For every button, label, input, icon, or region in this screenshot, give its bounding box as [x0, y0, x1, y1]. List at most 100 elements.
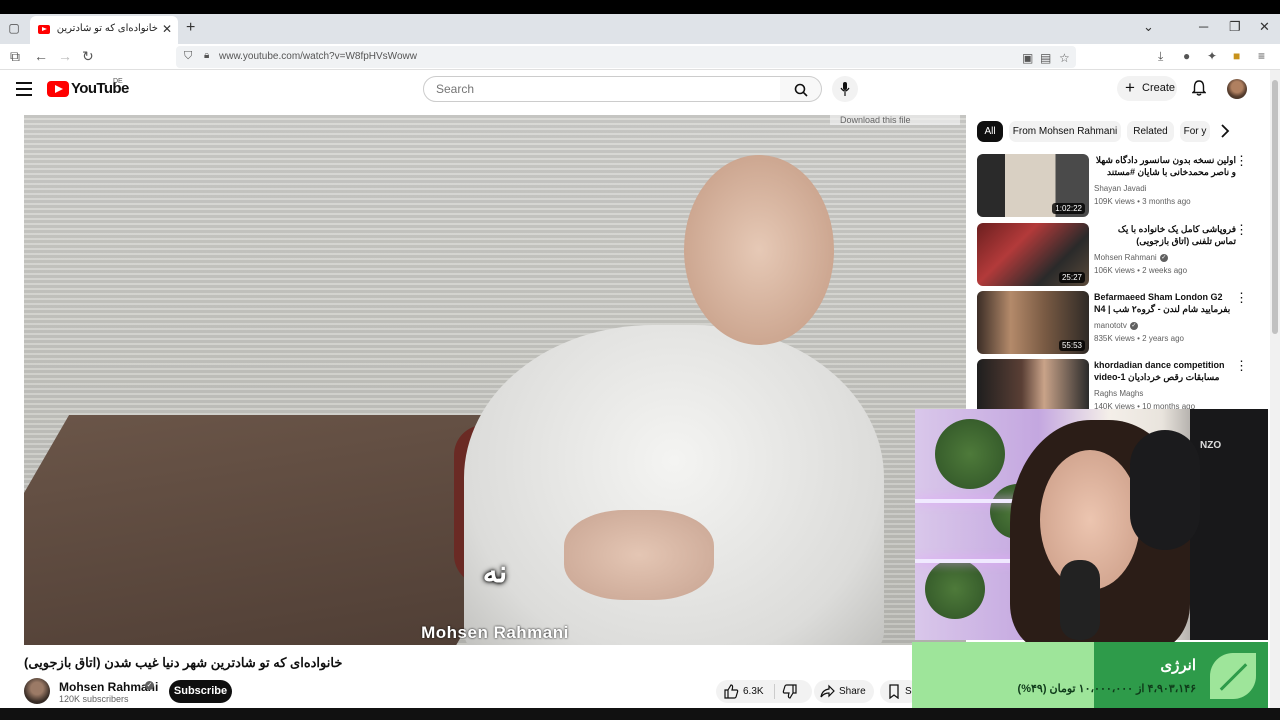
verified-badge-icon: ✓: [1129, 321, 1138, 330]
chair-brand: NZO: [1200, 440, 1222, 451]
recommendation-thumbnail[interactable]: 25:27: [977, 223, 1089, 286]
bookmark-star-icon[interactable]: ☆: [1059, 51, 1070, 65]
guide-menu-icon[interactable]: [16, 82, 32, 96]
leaf-logo-icon: [1210, 653, 1256, 699]
video-watermark: Mohsen Rahmani: [421, 623, 569, 642]
burned-in-subtitle: نه: [482, 556, 508, 589]
chip-related[interactable]: Related: [1127, 121, 1174, 142]
browser-nav-bar: ⧉ ← → ↻ ⛉ 🔒︎ www.youtube.com/watch?v=W8f…: [0, 44, 1280, 70]
video-frame-person-head: [684, 155, 834, 345]
tab-list-dropdown-icon[interactable]: ⌄: [1143, 19, 1154, 35]
download-file-hint[interactable]: Download this file: [830, 115, 960, 125]
back-arrow-icon[interactable]: ←: [34, 48, 48, 64]
voice-search-button[interactable]: [832, 76, 858, 102]
verified-badge-icon: ✓: [1159, 253, 1168, 262]
video-duration: 55:53: [1058, 340, 1085, 351]
page-scrollbar[interactable]: [1270, 70, 1280, 720]
notifications-bell-icon[interactable]: [1192, 80, 1206, 96]
donation-goal-title: انرژی: [1160, 657, 1196, 674]
plant-decoration: [925, 559, 985, 619]
like-count[interactable]: 6.3K: [743, 686, 764, 697]
screen-top-bar: [0, 0, 1280, 14]
thumbs-down-icon[interactable]: [782, 684, 797, 699]
recommendation-item[interactable]: 25:27 فروپاشی کامل یک خانواده با یک تماس…: [977, 223, 1267, 287]
youtube-favicon-icon: [38, 25, 50, 34]
recommendation-item[interactable]: 1:02:22 اولین نسخه بدون سانسور دادگاه شه…: [977, 154, 1267, 218]
picture-in-picture-icon[interactable]: ▣: [1022, 51, 1033, 65]
recommendation-title[interactable]: اولین نسخه بدون سانسور دادگاه شهلا و ناص…: [1094, 154, 1236, 180]
minimize-button[interactable]: ─: [1199, 19, 1208, 34]
plus-icon: +: [1125, 78, 1135, 97]
search-button[interactable]: [780, 76, 822, 102]
recommendation-channel[interactable]: Shayan Javadi: [1094, 184, 1146, 193]
profile-extension-icon[interactable]: ■: [1233, 49, 1240, 63]
channel-avatar[interactable]: [24, 678, 50, 704]
recommendation-meta: 835K views • 2 years ago: [1094, 334, 1184, 343]
recommendation-channel[interactable]: Mohsen Rahmani: [1094, 253, 1157, 262]
forward-arrow-icon[interactable]: →: [58, 48, 72, 64]
screen-bottom-bar: [0, 708, 1280, 720]
share-label: Share: [839, 686, 866, 697]
reload-icon[interactable]: ↻: [82, 48, 94, 65]
account-avatar[interactable]: [1227, 79, 1247, 99]
url-text[interactable]: www.youtube.com/watch?v=W8fpHVsWoww: [219, 51, 417, 62]
verified-badge-icon: ✓: [145, 681, 154, 690]
recommendation-channel[interactable]: Raghs Maghs: [1094, 389, 1143, 398]
video-duration: 1:02:22: [1052, 203, 1085, 214]
recommendation-title[interactable]: فروپاشی کامل یک خانواده با یک تماس تلفنی…: [1094, 223, 1236, 247]
address-bar[interactable]: ⛉ 🔒︎ www.youtube.com/watch?v=W8fpHVsWoww…: [176, 46, 1076, 68]
recommendation-thumbnail[interactable]: 1:02:22: [977, 154, 1089, 217]
recommendation-channel-row[interactable]: manototv ✓: [1094, 321, 1138, 330]
vpn-extension-icon[interactable]: ●: [1183, 49, 1190, 63]
tab-close-icon[interactable]: ✕: [162, 22, 172, 36]
recommendation-item[interactable]: 55:53 Befarmaeed Sham London G2 N4 | بفر…: [977, 291, 1267, 355]
maximize-button[interactable]: ❐: [1229, 19, 1241, 35]
youtube-logo-icon[interactable]: [47, 81, 69, 97]
downloads-icon[interactable]: ⤓: [1158, 49, 1163, 64]
thumbs-up-icon[interactable]: [724, 684, 739, 699]
search-input[interactable]: [436, 81, 766, 97]
streamer-microphone: [1060, 560, 1100, 640]
like-divider: [774, 684, 775, 699]
recommendation-meta: 106K views • 2 weeks ago: [1094, 266, 1188, 275]
video-title: خانواده‌ای که تو شادترین شهر دنیا غیب شد…: [24, 655, 343, 670]
chip-for-you[interactable]: For y: [1180, 121, 1210, 142]
recommendation-thumbnail[interactable]: 55:53: [977, 291, 1089, 354]
microphone-icon: [840, 82, 850, 96]
headphones: [1130, 430, 1200, 550]
more-options-icon[interactable]: ⋮: [1235, 223, 1248, 236]
share-button[interactable]: Share: [814, 680, 874, 703]
chip-from-channel[interactable]: From Mohsen Rahmani: [1009, 121, 1121, 142]
lock-icon[interactable]: 🔒︎: [204, 50, 209, 61]
close-window-button[interactable]: ✕: [1259, 19, 1270, 35]
shield-icon[interactable]: ⛉: [184, 50, 192, 63]
sidebar-toggle-icon[interactable]: ⧉: [10, 48, 20, 65]
create-label: Create: [1142, 82, 1176, 94]
recommendation-channel-row[interactable]: Mohsen Rahmani ✓: [1094, 253, 1168, 262]
video-player[interactable]: Download this file نه Mohsen Rahmani: [24, 115, 966, 645]
app-menu-icon[interactable]: ≡: [1258, 49, 1265, 63]
search-box[interactable]: [423, 76, 781, 102]
extensions-icon[interactable]: ✦: [1207, 49, 1217, 63]
chevron-right-icon[interactable]: [1220, 124, 1230, 138]
bookmark-icon: [889, 684, 899, 699]
create-button[interactable]: + Create: [1117, 76, 1177, 101]
subscribe-button[interactable]: Subscribe: [169, 680, 232, 703]
reader-view-icon[interactable]: ▤: [1040, 51, 1051, 65]
share-arrow-icon: [820, 684, 835, 698]
screen: ▢ خانواده‌ای که تو شادترین شهر دنیا ✕ + …: [0, 0, 1280, 720]
browser-tab-active[interactable]: خانواده‌ای که تو شادترین شهر دنیا ✕: [30, 16, 178, 44]
recommendation-title[interactable]: Befarmaeed Sham London G2 N4 | بفرمایید …: [1094, 291, 1236, 317]
scrollbar-thumb[interactable]: [1272, 80, 1278, 334]
more-options-icon[interactable]: ⋮: [1235, 291, 1248, 304]
tab-overview-icon[interactable]: ▢: [6, 21, 22, 37]
chip-all[interactable]: All: [977, 121, 1003, 142]
more-options-icon[interactable]: ⋮: [1235, 154, 1248, 167]
subscriber-count: 120K subscribers: [59, 694, 129, 704]
recommendation-channel[interactable]: manototv: [1094, 321, 1127, 330]
more-options-icon[interactable]: ⋮: [1235, 359, 1248, 372]
new-tab-button[interactable]: +: [186, 19, 195, 37]
search-icon: [794, 83, 808, 97]
channel-name[interactable]: Mohsen Rahmani: [59, 680, 158, 694]
recommendation-title[interactable]: khordadian dance competition video-1 مسا…: [1094, 359, 1236, 383]
